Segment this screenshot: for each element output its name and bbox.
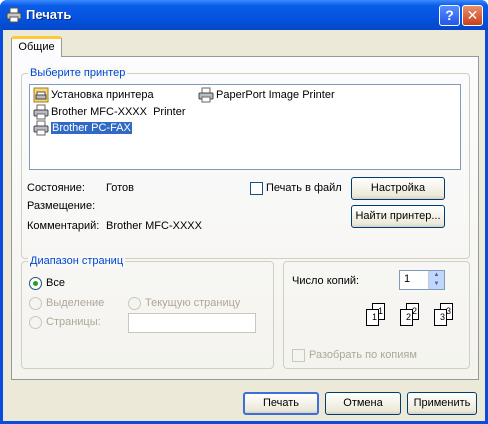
select-printer-legend: Выберите принтер: [28, 67, 128, 79]
copies-value: 1: [404, 273, 411, 285]
printer-item-add-printer[interactable]: Установка принтера: [33, 87, 154, 103]
printer-item-brother-pc-fax[interactable]: Brother PC-FAX: [33, 120, 132, 136]
window-title: Печать: [26, 7, 72, 22]
title-bar[interactable]: Печать ? ✕: [0, 0, 488, 30]
page-range-group: Диапазон страниц Все Выделение Текущую с…: [21, 255, 274, 369]
print-dialog-window: Печать ? ✕ Общие Выберите принтер Устано…: [0, 0, 488, 424]
page-range-legend: Диапазон страниц: [28, 255, 126, 267]
printer-item-brother-mfc[interactable]: Brother MFC-XXXX Printer: [33, 104, 185, 120]
pages-label[interactable]: Страницы:: [46, 316, 101, 328]
printer-name: Brother PC-FAX: [51, 122, 132, 134]
apply-button[interactable]: Применить: [407, 392, 477, 415]
cancel-button[interactable]: Отмена: [325, 392, 401, 415]
preferences-button[interactable]: Настройка: [351, 177, 445, 200]
current-page-label[interactable]: Текущую страницу: [145, 297, 240, 309]
spin-down-icon[interactable]: ▼: [429, 280, 444, 289]
dialog-client-area: Общие Выберите принтер Установка принтер…: [3, 30, 485, 421]
copies-input[interactable]: 1 ▲ ▼: [399, 270, 445, 290]
general-tab-panel: Выберите принтер Установка принтера Brot…: [11, 56, 479, 380]
current-page-radio[interactable]: [128, 297, 141, 310]
printer-name: PaperPort Image Printer: [216, 89, 335, 101]
help-button[interactable]: ?: [439, 5, 460, 26]
spin-up-icon[interactable]: ▲: [429, 271, 444, 280]
printer-name: Установка принтера: [51, 89, 154, 101]
printer-icon: [33, 104, 49, 120]
selection-radio[interactable]: [29, 297, 42, 310]
all-pages-label[interactable]: Все: [46, 277, 65, 289]
collate-page: 2: [400, 309, 413, 326]
printer-list[interactable]: Установка принтера Brother MFC-XXXX Prin…: [29, 84, 461, 170]
pages-input[interactable]: [128, 313, 256, 333]
collate-illustration: 1 1 2 2 3 3: [362, 303, 462, 337]
printer-item-paperport[interactable]: PaperPort Image Printer: [198, 87, 335, 103]
pages-radio[interactable]: [29, 316, 42, 329]
collate-label[interactable]: Разобрать по копиям: [309, 349, 417, 361]
copies-spinner[interactable]: ▲ ▼: [428, 271, 444, 289]
all-pages-radio[interactable]: [29, 277, 42, 290]
comment-value: Brother MFC-XXXX: [106, 220, 202, 232]
select-printer-group: Выберите принтер Установка принтера Brot…: [21, 67, 470, 259]
print-to-file-label[interactable]: Печать в файл: [266, 182, 342, 194]
location-label: Размещение:: [27, 200, 96, 212]
selection-label[interactable]: Выделение: [46, 297, 104, 309]
printer-icon: [33, 120, 49, 136]
tab-general[interactable]: Общие: [11, 36, 62, 57]
comment-label: Комментарий:: [27, 220, 100, 232]
printer-icon: [6, 7, 22, 23]
printer-icon: [198, 87, 214, 103]
find-printer-button[interactable]: Найти принтер...: [351, 205, 445, 228]
print-button[interactable]: Печать: [243, 392, 319, 415]
print-to-file-checkbox[interactable]: [250, 182, 263, 195]
copies-group: Число копий: 1 ▲ ▼ 1 1 2 2 3 3 Разобрать…: [283, 261, 470, 369]
collate-page: 1: [366, 309, 379, 326]
add-printer-icon: [33, 87, 49, 103]
copies-label: Число копий:: [292, 275, 360, 287]
status-value: Готов: [106, 182, 134, 194]
collate-checkbox[interactable]: [292, 349, 305, 362]
close-button[interactable]: ✕: [462, 5, 483, 26]
status-label: Состояние:: [27, 182, 85, 194]
collate-page: 3: [434, 309, 447, 326]
printer-name: Brother MFC-XXXX Printer: [51, 106, 186, 118]
